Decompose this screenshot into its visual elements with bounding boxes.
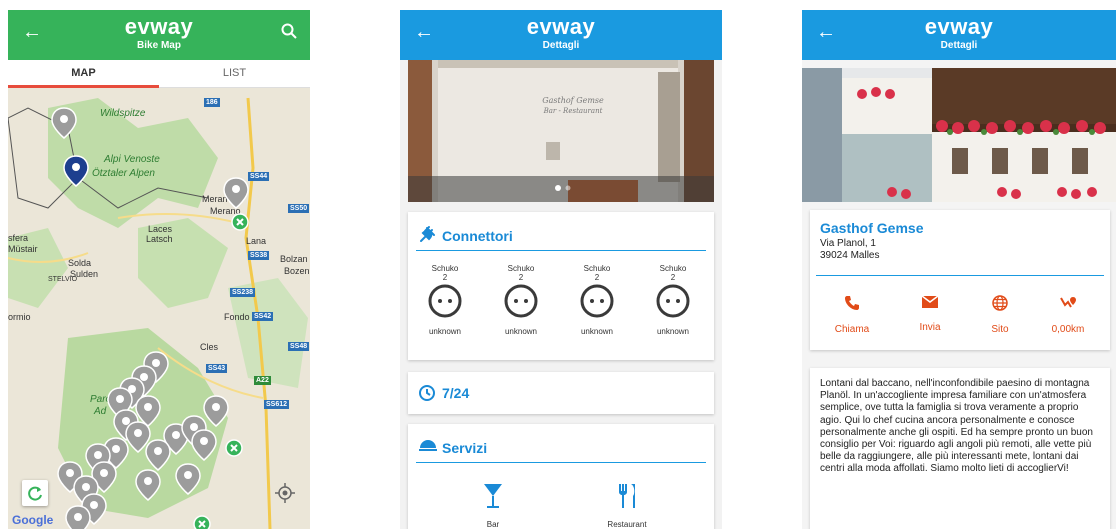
venue-name: Gasthof Gemse <box>820 220 924 236</box>
app-bar: ← evway Dettagli <box>400 10 722 60</box>
connector-count: 2 <box>670 273 676 282</box>
distance-label: 0,00km <box>1051 324 1085 335</box>
page-title: Dettagli <box>940 40 978 51</box>
connector-item[interactable]: Schuko 2 unknown <box>562 264 632 336</box>
services-card: Servizi Bar Restaurant <box>408 424 714 529</box>
divider <box>816 275 1104 276</box>
venue-address-city: 39024 Malles <box>820 250 880 261</box>
photo-sign-text: Gasthof Gemse <box>542 96 604 105</box>
page-title: Dettagli <box>542 40 580 51</box>
connector-status: unknown <box>580 327 614 336</box>
charging-station-marker[interactable] <box>191 429 217 461</box>
restaurant-marker[interactable] <box>225 439 243 457</box>
connector-count: 2 <box>442 273 448 282</box>
connector-item[interactable]: Schuko 2 unknown <box>638 264 708 336</box>
connector-type: Schuko <box>431 264 459 273</box>
send-button[interactable]: Invia <box>900 295 960 333</box>
app-bar: ← evway Dettagli <box>802 10 1116 60</box>
photo-sign: Gasthof Gemse Bar - Restaurant <box>518 96 628 115</box>
opening-hours: 7/24 <box>442 385 470 401</box>
connector-status: unknown <box>428 327 462 336</box>
charging-station-marker[interactable] <box>145 439 171 471</box>
directions-icon <box>1060 297 1076 308</box>
connector-status: unknown <box>504 327 538 336</box>
website-button[interactable]: Sito <box>970 295 1030 335</box>
connector-type: Schuko <box>583 264 611 273</box>
connector-status: unknown <box>656 327 690 336</box>
charging-station-marker[interactable] <box>223 177 249 209</box>
directions-button[interactable]: 0,00km <box>1038 295 1098 335</box>
app-bar: ← evway Bike Map <box>8 10 310 60</box>
refresh-icon <box>28 486 42 501</box>
venue-photo[interactable]: Gasthof Gemse Bar - Restaurant <box>408 60 714 202</box>
details-screen-connectors: ← evway Dettagli Gasthof Gemse Bar - Res… <box>400 10 722 529</box>
service-bar-label: Bar <box>486 520 500 529</box>
refresh-button[interactable] <box>22 480 48 506</box>
my-location-icon <box>275 483 295 503</box>
search-icon[interactable] <box>280 22 298 40</box>
hours-card: 7/24 <box>408 372 714 414</box>
restaurant-marker[interactable] <box>231 213 249 231</box>
call-button[interactable]: Chiama <box>822 295 882 335</box>
app-logo: evway <box>526 14 596 39</box>
tab-bar: MAP LIST <box>8 60 310 88</box>
venue-address-street: Via Planol, 1 <box>820 238 876 249</box>
venue-photo[interactable] <box>802 68 1116 202</box>
services-title: Servizi <box>442 440 488 456</box>
restaurant-marker[interactable] <box>193 515 211 529</box>
divider <box>416 250 706 251</box>
connector-type: Schuko <box>507 264 535 273</box>
schuko-socket-icon <box>504 284 538 318</box>
room-service-icon <box>419 440 437 451</box>
phone-icon <box>845 296 859 310</box>
page-title: Bike Map <box>137 40 181 51</box>
tab-map[interactable]: MAP <box>8 60 159 88</box>
connector-count: 2 <box>594 273 600 282</box>
connector-item[interactable]: Schuko 2 unknown <box>410 264 480 336</box>
charging-station-marker[interactable] <box>51 107 77 139</box>
call-label: Chiama <box>834 324 870 335</box>
plug-icon <box>420 226 435 242</box>
charging-station-marker[interactable] <box>65 505 91 529</box>
schuko-socket-icon <box>428 284 462 318</box>
details-screen-info: ← evway Dettagli Gasthof Gemse Via Plano… <box>802 10 1116 529</box>
tab-list[interactable]: LIST <box>159 60 310 88</box>
map-view[interactable]: Wildspitze Alpi Venoste Ötztaler Alpen M… <box>8 88 310 529</box>
google-logo: Google <box>12 513 54 527</box>
bike-map-screen: ← evway Bike Map MAP LIST Wildspitze Alp… <box>8 10 310 529</box>
charging-station-marker[interactable] <box>135 469 161 501</box>
charging-station-marker[interactable] <box>203 395 229 427</box>
connector-item[interactable]: Schuko 2 unknown <box>486 264 556 336</box>
connectors-card: Connettori Schuko 2 unknown Schuko 2 unk… <box>408 212 714 360</box>
schuko-socket-icon <box>580 284 614 318</box>
connectors-title: Connettori <box>442 228 513 244</box>
clock-icon <box>419 385 435 401</box>
building-photo <box>408 60 714 202</box>
app-logo: evway <box>924 14 994 39</box>
my-location-button[interactable] <box>272 480 298 506</box>
send-label: Invia <box>919 322 941 333</box>
photo-sign-sub: Bar - Restaurant <box>543 107 603 115</box>
venue-description: Lontani dal baccano, nell'inconfondibile… <box>820 378 1093 475</box>
app-logo: evway <box>124 14 194 39</box>
schuko-socket-icon <box>656 284 690 318</box>
divider <box>416 462 706 463</box>
map-markers <box>51 107 249 529</box>
website-label: Sito <box>991 324 1009 335</box>
cocktail-icon <box>484 484 502 508</box>
connector-type: Schuko <box>659 264 687 273</box>
selected-station-marker[interactable] <box>63 155 89 187</box>
mail-icon <box>921 295 939 308</box>
charging-station-marker[interactable] <box>175 463 201 495</box>
restaurant-icon <box>619 484 635 508</box>
globe-icon <box>992 295 1008 311</box>
service-restaurant-label: Restaurant <box>607 520 647 529</box>
connector-count: 2 <box>518 273 524 282</box>
building-photo <box>802 68 1116 202</box>
